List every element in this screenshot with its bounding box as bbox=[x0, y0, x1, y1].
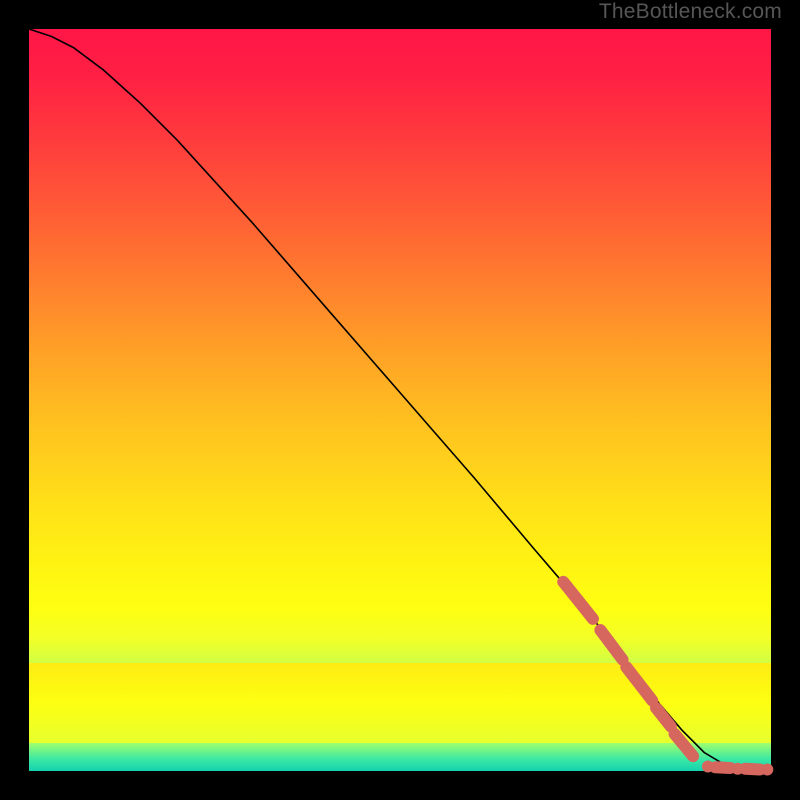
dash-short-segment bbox=[745, 769, 760, 770]
dash-segment bbox=[563, 582, 593, 619]
dash-segment bbox=[675, 734, 694, 756]
dash-overlay bbox=[563, 582, 773, 776]
dash-segment bbox=[600, 630, 622, 660]
dash-segment bbox=[656, 708, 671, 727]
dash-segment bbox=[626, 667, 652, 700]
attribution-text: TheBottleneck.com bbox=[599, 0, 782, 24]
dash-dot bbox=[761, 764, 773, 776]
curve-line bbox=[29, 29, 771, 770]
dash-short-segment bbox=[715, 767, 730, 768]
dash-dot bbox=[732, 763, 744, 775]
dash-dot bbox=[702, 761, 714, 773]
plot-area bbox=[29, 29, 771, 771]
chart-stage: TheBottleneck.com bbox=[0, 0, 800, 800]
curve-svg bbox=[29, 29, 771, 771]
